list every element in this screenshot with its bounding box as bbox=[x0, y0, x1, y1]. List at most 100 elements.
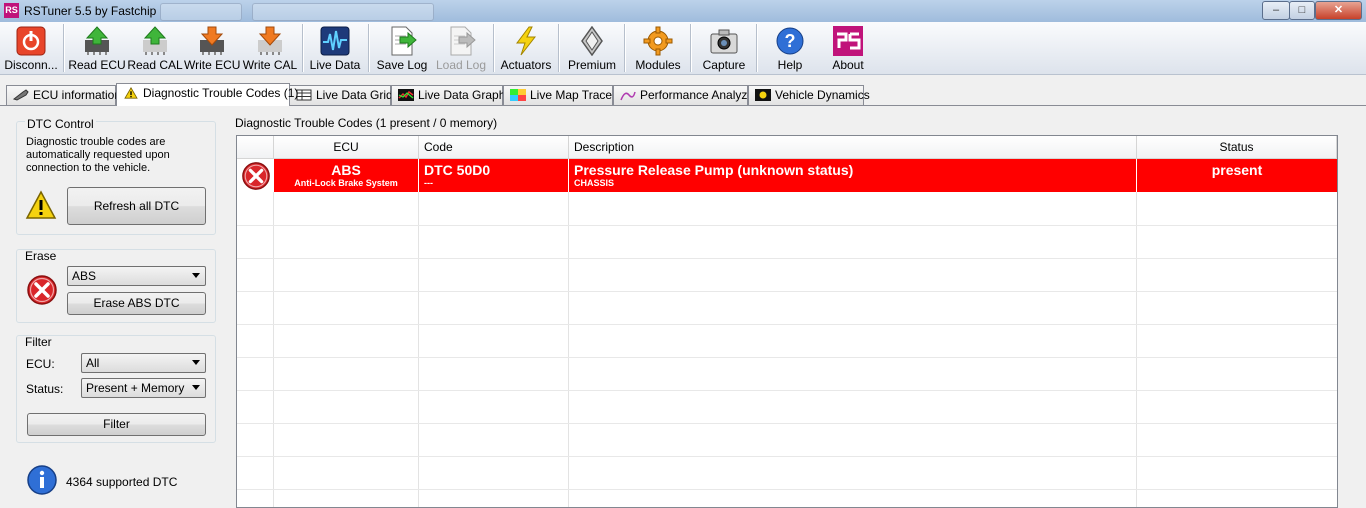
capture-button[interactable]: Capture bbox=[695, 24, 753, 72]
column-header-code[interactable]: Code bbox=[419, 136, 569, 159]
modules-button[interactable]: Modules bbox=[629, 24, 687, 72]
grid-line bbox=[273, 159, 274, 507]
about-button[interactable]: About bbox=[820, 24, 876, 72]
row-ecu-cell: ABS Anti-Lock Brake System bbox=[274, 159, 419, 192]
row-code-cell: DTC 50D0 --- bbox=[419, 159, 569, 192]
dtc-control-title: DTC Control bbox=[25, 117, 96, 131]
chip-down-orange-icon bbox=[200, 26, 224, 55]
chevron-down-icon bbox=[192, 360, 200, 365]
waveform-icon bbox=[320, 26, 350, 56]
dynamics-icon bbox=[755, 89, 771, 101]
tab-diagnostic-trouble-codes[interactable]: Diagnostic Trouble Codes (1) bbox=[116, 83, 298, 106]
warning-icon bbox=[124, 87, 138, 99]
filter-title: Filter bbox=[25, 335, 52, 349]
map-icon bbox=[510, 89, 526, 101]
refresh-all-dtc-button[interactable]: Refresh all DTC bbox=[67, 187, 206, 225]
disconnect-button[interactable]: Disconn... bbox=[2, 24, 60, 72]
filter-ecu-select[interactable]: All bbox=[81, 353, 206, 373]
curve-icon bbox=[620, 91, 636, 101]
toolbar-separator bbox=[558, 24, 559, 72]
read-cal-button[interactable]: Read CAL bbox=[127, 24, 183, 72]
chip-up-green-icon bbox=[85, 26, 109, 55]
dtc-control-group: DTC Control Diagnostic trouble codes are… bbox=[16, 117, 216, 235]
premium-button[interactable]: Premium bbox=[562, 24, 622, 72]
grid-line bbox=[1136, 159, 1137, 507]
dtc-side-panel: DTC Control Diagnostic trouble codes are… bbox=[6, 107, 227, 508]
live-data-button[interactable]: Live Data bbox=[307, 24, 363, 72]
chip-up-green-icon bbox=[143, 26, 167, 55]
info-icon bbox=[27, 465, 57, 495]
grid-line bbox=[568, 159, 569, 507]
load-log-button[interactable]: Load Log bbox=[432, 24, 490, 72]
read-ecu-button[interactable]: Read ECU bbox=[68, 24, 126, 72]
renault-logo-icon bbox=[581, 26, 603, 56]
power-icon bbox=[16, 26, 46, 56]
toolbar-separator bbox=[690, 24, 691, 72]
filter-button[interactable]: Filter bbox=[27, 413, 206, 436]
filter-ecu-label: ECU: bbox=[26, 357, 55, 371]
dtc-table: ECU Code Description Status ABS Anti-Loc… bbox=[236, 135, 1338, 508]
help-button[interactable]: ? Help bbox=[762, 24, 818, 72]
document-arrow-icon bbox=[450, 26, 476, 56]
tab-vehicle-dynamics[interactable]: Vehicle Dynamics bbox=[748, 85, 870, 105]
write-cal-button[interactable]: Write CAL bbox=[242, 24, 298, 72]
chevron-down-icon bbox=[192, 385, 200, 390]
close-button[interactable]: ✕ bbox=[1315, 1, 1362, 20]
column-header-status[interactable]: Status bbox=[1137, 136, 1337, 159]
toolbar-separator bbox=[624, 24, 625, 72]
minimize-button[interactable]: – bbox=[1262, 1, 1290, 20]
table-row[interactable]: ABS Anti-Lock Brake System DTC 50D0 --- … bbox=[237, 159, 1337, 192]
grid-line bbox=[237, 489, 1337, 490]
grid-line bbox=[237, 390, 1337, 391]
grid-line bbox=[237, 423, 1337, 424]
filter-status-label: Status: bbox=[26, 382, 64, 396]
document-arrow-icon bbox=[391, 26, 417, 56]
column-header-icon bbox=[237, 136, 274, 159]
lightning-icon bbox=[516, 26, 537, 56]
grid-line bbox=[237, 258, 1337, 259]
row-description-cell: Pressure Release Pump (unknown status) C… bbox=[569, 159, 1137, 192]
filter-group: Filter ECU: All Status: Present + Memory… bbox=[16, 335, 216, 443]
erase-ecu-select[interactable]: ABS bbox=[67, 266, 206, 286]
erase-dtc-button[interactable]: Erase ABS DTC bbox=[67, 292, 206, 315]
tab-ecu-information[interactable]: ECU information bbox=[6, 85, 121, 105]
toolbar-separator bbox=[493, 24, 494, 72]
wrench-icon bbox=[13, 89, 29, 101]
background-window-tab bbox=[160, 3, 242, 21]
gear-icon bbox=[643, 26, 673, 56]
grid-line bbox=[237, 225, 1337, 226]
graph-icon bbox=[398, 89, 414, 101]
help-icon: ? bbox=[776, 27, 804, 55]
chevron-down-icon bbox=[192, 273, 200, 278]
grid-line bbox=[237, 357, 1337, 358]
grid-line bbox=[237, 291, 1337, 292]
svg-text:?: ? bbox=[785, 31, 796, 51]
window-title: RSTuner 5.5 by Fastchip bbox=[24, 4, 157, 18]
erase-title: Erase bbox=[25, 249, 57, 263]
grid-line bbox=[237, 456, 1337, 457]
supported-dtc-count: 4364 supported DTC bbox=[66, 475, 178, 489]
grid-caption: Diagnostic Trouble Codes (1 present / 0 … bbox=[235, 116, 498, 130]
tab-live-map-trace[interactable]: Live Map Trace bbox=[503, 85, 613, 105]
toolbar-separator bbox=[756, 24, 757, 72]
actuators-button[interactable]: Actuators bbox=[498, 24, 554, 72]
grid-line bbox=[418, 159, 419, 507]
row-icon-cell bbox=[237, 159, 274, 192]
tab-strip: ECU information Diagnostic Trouble Codes… bbox=[0, 83, 1366, 106]
toolbar-separator bbox=[302, 24, 303, 72]
tab-live-data-graph[interactable]: Live Data Graph bbox=[391, 85, 505, 105]
filter-status-select[interactable]: Present + Memory bbox=[81, 378, 206, 398]
tab-performance-analyzer[interactable]: Performance Analyzer bbox=[613, 85, 758, 105]
app-logo-icon: RS bbox=[4, 3, 19, 18]
chip-down-orange-icon bbox=[258, 26, 282, 55]
write-ecu-button[interactable]: Write ECU bbox=[184, 24, 240, 72]
tab-live-data-grid[interactable]: Live Data Grid bbox=[289, 85, 393, 105]
column-header-description[interactable]: Description bbox=[569, 136, 1137, 159]
column-header-ecu[interactable]: ECU bbox=[274, 136, 419, 159]
error-icon bbox=[242, 162, 270, 190]
grid-line bbox=[237, 324, 1337, 325]
row-status-cell: present bbox=[1137, 159, 1337, 192]
warning-icon bbox=[25, 190, 57, 219]
save-log-button[interactable]: Save Log bbox=[374, 24, 430, 72]
maximize-button[interactable]: □ bbox=[1289, 1, 1315, 20]
